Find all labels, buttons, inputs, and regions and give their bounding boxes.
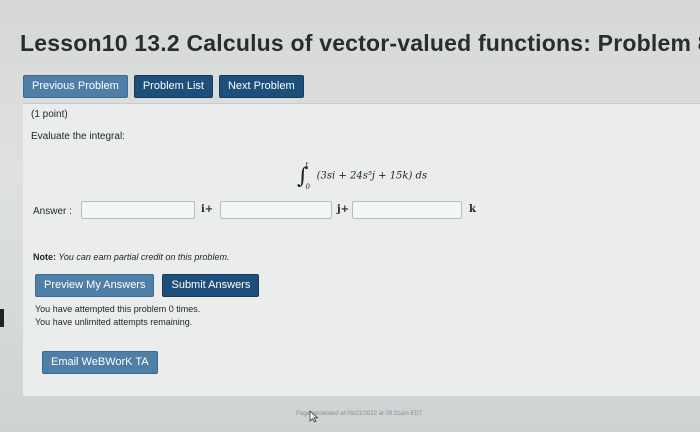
integral-limits: t0 bbox=[305, 161, 311, 191]
preview-answers-button[interactable]: Preview My Answers bbox=[35, 274, 155, 297]
upper-limit: t bbox=[305, 161, 309, 169]
integrand: (3si + 24s⁵j + 15k) ds bbox=[316, 170, 428, 182]
next-problem-button[interactable]: Next Problem bbox=[218, 75, 304, 98]
answer-j-input[interactable] bbox=[220, 201, 332, 219]
problem-panel: (1 point) Evaluate the integral: ∫ t 0 (3s… bbox=[23, 103, 700, 423]
email-ta-button[interactable]: Email WeBWorK TA bbox=[42, 351, 158, 374]
problem-nav: Previous Problem Problem List Next Probl… bbox=[23, 75, 304, 98]
problem-list-button[interactable]: Problem List bbox=[133, 75, 213, 98]
page-footer: Page generated at 09/21/2022 at 09:31am … bbox=[296, 411, 423, 417]
page-title: Lesson10 13.2 Calculus of vector-valued … bbox=[20, 30, 700, 56]
note-text: You can earn partial credit on this prob… bbox=[58, 252, 230, 262]
answer-i-input[interactable] bbox=[81, 201, 195, 219]
partial-credit-note: Note: You can earn partial credit on thi… bbox=[33, 252, 229, 262]
i-unit: i+ bbox=[201, 204, 214, 215]
attempts-count: You have attempted this problem 0 times. bbox=[35, 304, 201, 314]
point-value: (1 point) bbox=[31, 109, 68, 120]
attempts-info: You have attempted this problem 0 times.… bbox=[35, 303, 200, 329]
answer-actions: Preview My Answers Submit Answers bbox=[35, 274, 260, 297]
attempts-remaining: You have unlimited attempts remaining. bbox=[35, 317, 193, 327]
integral-expression: ∫ t 0 (3si + 24s⁵j + 15k) ds bbox=[297, 161, 428, 191]
answer-k-input[interactable] bbox=[352, 201, 462, 219]
previous-problem-button[interactable]: Previous Problem bbox=[23, 75, 128, 98]
answer-label: Answer : bbox=[33, 206, 72, 217]
submit-answers-button[interactable]: Submit Answers bbox=[162, 274, 260, 297]
problem-instruction: Evaluate the integral: bbox=[31, 131, 125, 142]
k-unit: k bbox=[469, 204, 476, 215]
j-unit: j+ bbox=[337, 204, 349, 215]
edge-marker bbox=[0, 309, 4, 327]
lower-limit: 0 bbox=[305, 183, 310, 191]
note-prefix: Note: bbox=[33, 252, 56, 262]
